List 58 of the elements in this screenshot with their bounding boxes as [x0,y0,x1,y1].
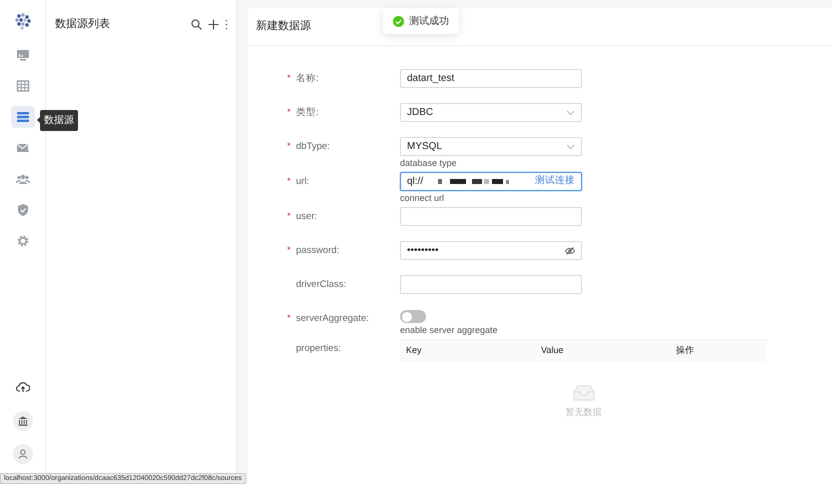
add-icon[interactable] [208,18,219,30]
toggle-switch[interactable] [400,310,426,323]
help-text: enable server aggregate [400,324,499,337]
field-label: dbType: [296,140,330,154]
logo-icon [14,12,32,31]
users-icon [16,172,30,186]
bank-icon [18,416,28,426]
monitor-icon [16,48,30,62]
field-label: 类型: [296,106,319,120]
organization-button[interactable] [12,411,32,431]
settings-icon [16,234,30,248]
nav-button[interactable] [10,106,34,128]
empty-text: 暂无数据 [566,406,602,420]
required-mark: * [287,140,292,154]
panel-title: 数据源列表 [55,17,110,32]
select-field[interactable]: MYSQL [400,137,582,156]
eye-slash-icon[interactable] [565,246,575,254]
required-mark: * [287,244,292,258]
field-label: serverAggregate: [296,312,369,326]
input-field[interactable]: ql:// 测试连接 [400,172,582,191]
input-field[interactable]: datart_test [400,69,582,88]
help-text: connect url [400,192,446,205]
search-icon[interactable] [191,18,202,30]
input-field[interactable] [400,275,582,294]
success-check-icon [393,16,404,26]
column-header: Value [540,344,564,358]
required-mark: * [287,210,292,224]
user-icon [18,449,28,459]
help-text: database type [400,157,458,170]
field-label: 名称: [296,72,319,86]
field-label: driverClass: [296,278,346,292]
field-label: password: [296,244,340,258]
more-icon[interactable] [225,18,228,30]
required-mark: * [287,72,292,86]
empty-inbox-icon [572,384,596,402]
required-mark: * [287,106,292,120]
shield-icon [16,203,30,217]
column-header: 操作 [675,344,695,358]
table-icon [16,79,30,93]
mail-icon [16,141,30,155]
list-icon [16,110,30,124]
required-mark: * [287,312,292,326]
cloud-upload-icon [16,381,30,393]
test-connection-link[interactable]: 测试连接 [535,174,575,189]
user-profile-button[interactable] [12,444,32,464]
toast-text: 测试成功 [409,14,449,28]
input-field[interactable] [400,207,582,226]
password-field[interactable]: ••••••••• [400,241,582,260]
required-mark: * [287,175,292,189]
form-title: 新建数据源 [256,18,311,34]
select-field[interactable]: JDBC [400,103,582,122]
field-label: user: [296,210,318,224]
tooltip: 数据源 [40,110,78,131]
column-header: Key [405,344,423,358]
chevron-down-icon [566,110,575,116]
field-label: properties: [296,342,341,356]
field-label: url: [296,175,310,189]
chevron-down-icon [566,144,575,150]
